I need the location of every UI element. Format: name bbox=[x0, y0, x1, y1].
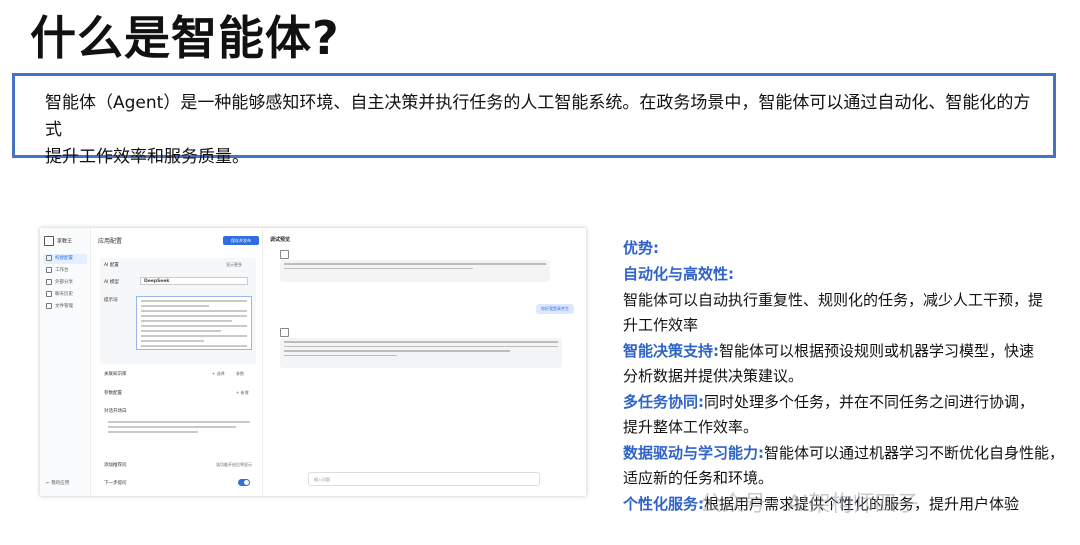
variables-add-button[interactable]: + 新增 bbox=[236, 390, 249, 396]
decision-line: 智能决策支持:智能体可以根据预设规则或机器学习模型，快速 bbox=[623, 339, 1034, 363]
ai-section-label: AI 配置 bbox=[104, 263, 119, 268]
knowledge-add-button[interactable]: + 选择 bbox=[212, 371, 225, 377]
multi-title: 多任务协同: bbox=[623, 393, 704, 411]
decision-text-1: 智能体可以根据预设规则或机器学习模型，快速 bbox=[719, 342, 1035, 360]
multi-text-2: 提升整体工作效率。 bbox=[623, 418, 759, 436]
variables-label: 参数配置 bbox=[104, 391, 122, 396]
data-title: 数据驱动与学习能力: bbox=[623, 444, 764, 462]
show-more-toggle[interactable]: 显示更多 bbox=[226, 262, 242, 268]
sidebar-item-history[interactable]: 聊天历史 bbox=[43, 290, 87, 300]
sidebar-item-files[interactable]: 文件管理 bbox=[43, 302, 87, 312]
sidebar-brand: 家教王 bbox=[44, 236, 72, 246]
model-label: AI 模型 bbox=[104, 280, 119, 285]
data-line: 数据驱动与学习能力:智能体可以通过机器学习不断优化自身性能， bbox=[623, 441, 1064, 465]
intro-line-2: 提升工作效率和服务质量。 bbox=[45, 147, 249, 167]
workbench-icon bbox=[46, 266, 52, 273]
next-question-toggle[interactable] bbox=[238, 479, 250, 486]
prompt-label: 提示词 bbox=[104, 298, 118, 303]
data-text-1: 智能体可以通过机器学习不断优化自身性能， bbox=[764, 444, 1065, 462]
sidebar-item-workbench[interactable]: 工作台 bbox=[43, 266, 87, 276]
opener-textarea[interactable] bbox=[104, 418, 254, 448]
knowledge-label: 关联知识库 bbox=[104, 372, 127, 377]
config-header: 应用配置 bbox=[98, 238, 123, 245]
knowledge-params-button[interactable]: 参数 bbox=[236, 371, 244, 377]
auto-text-2: 升工作效率 bbox=[623, 316, 699, 334]
bot-avatar-icon bbox=[280, 328, 289, 337]
preview-header: 调试预览 bbox=[270, 237, 291, 243]
decision-text-2: 分析数据并提供决策建议。 bbox=[623, 367, 804, 385]
config-icon bbox=[46, 254, 52, 261]
model-select[interactable]: DeepSeek bbox=[140, 277, 248, 285]
preview-panel: 调试预览 你好我是高考生 输入问题 bbox=[266, 228, 586, 496]
prompt-textarea[interactable] bbox=[136, 296, 252, 350]
multi-line: 多任务协同:同时处理多个任务，并在不同任务之间进行协调， bbox=[623, 390, 1034, 414]
files-icon bbox=[46, 302, 52, 309]
sidebar: 家教王 构建配置 工作台 外部分享 聊天历史 文件管理 ← 我的应用 bbox=[40, 228, 91, 496]
app-screenshot: 家教王 构建配置 工作台 外部分享 聊天历史 文件管理 ← 我的应用 应用配置 … bbox=[40, 228, 586, 496]
bot-avatar-icon bbox=[280, 250, 289, 259]
user-message: 你好我是高考生 bbox=[536, 304, 574, 314]
bot-message bbox=[280, 260, 550, 282]
sidebar-item-share[interactable]: 外部分享 bbox=[43, 278, 87, 288]
sidebar-item-config[interactable]: 构建配置 bbox=[43, 254, 87, 264]
app-logo-icon bbox=[44, 236, 54, 246]
opener-label: 对话开场白 bbox=[104, 409, 127, 414]
page-title: 什么是智能体? bbox=[30, 11, 340, 65]
bot-answer bbox=[280, 338, 562, 368]
intro-box: 智能体（Agent）是一种能够感知环境、自主决策并执行任务的人工智能系统。在政务… bbox=[12, 73, 1056, 167]
share-icon bbox=[46, 278, 52, 285]
auto-text-1: 智能体可以自动执行重复性、规则化的任务，减少人工干预，提 bbox=[623, 291, 1044, 309]
auto-title: 自动化与高效性: bbox=[623, 265, 734, 283]
personal-title: 个性化服务: bbox=[623, 495, 704, 513]
publish-button[interactable]: 保存并发布 bbox=[223, 236, 259, 245]
back-link[interactable]: ← 我的应用 bbox=[46, 480, 69, 486]
watermark: 公众号 · AI架构师四子 bbox=[700, 492, 919, 517]
decision-title: 智能决策支持: bbox=[623, 342, 719, 360]
multi-text-1: 同时处理多个任务，并在不同任务之间进行协调， bbox=[704, 393, 1035, 411]
next-question-label: 下一步提问 bbox=[104, 481, 127, 486]
advantages-heading: 优势: bbox=[623, 239, 659, 257]
intro-line-1: 智能体（Agent）是一种能够感知环境、自主决策并执行任务的人工智能系统。在政务… bbox=[45, 93, 1031, 140]
history-icon bbox=[46, 290, 52, 297]
recommend-label: 添加推荐问 bbox=[104, 463, 127, 468]
chat-input[interactable]: 输入问题 bbox=[308, 472, 540, 486]
recommend-hint: 该功能开启后将显示 bbox=[216, 462, 252, 467]
